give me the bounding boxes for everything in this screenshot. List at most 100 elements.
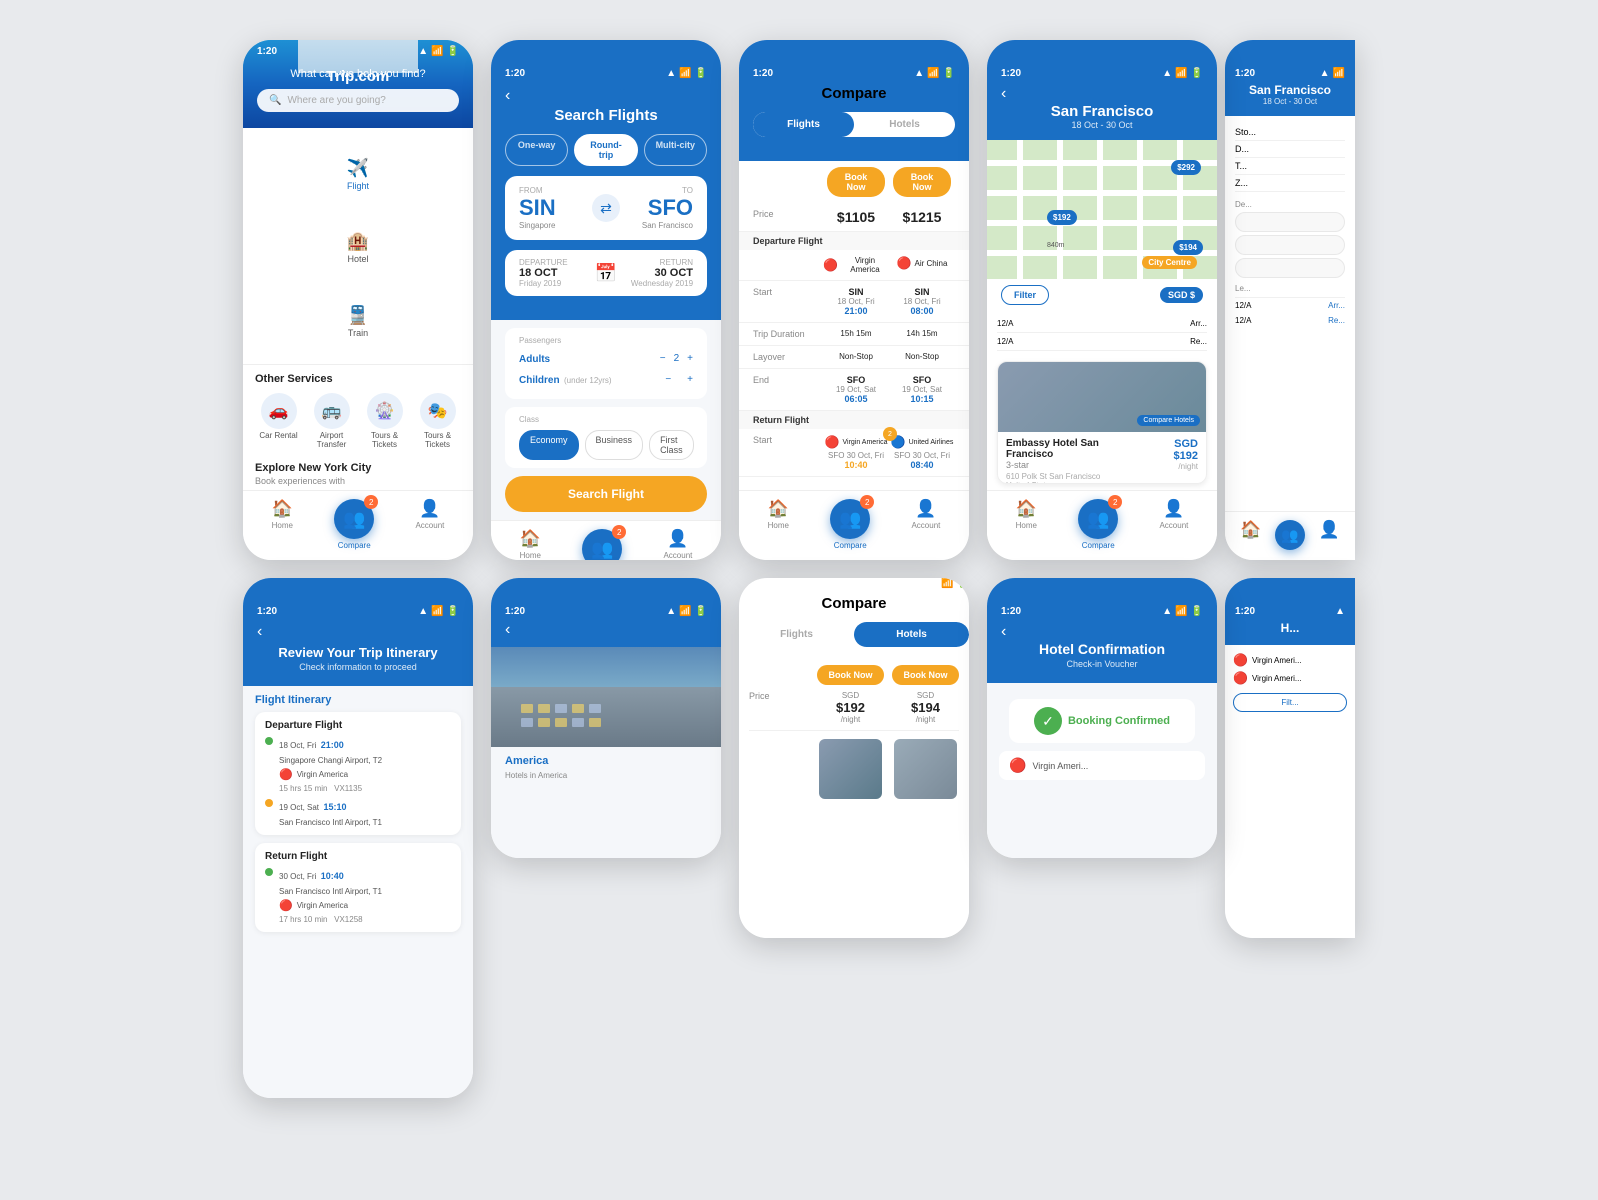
price-col1: $1105 (823, 209, 889, 225)
hotel-img-row (749, 739, 959, 799)
cnav-compare[interactable]: 👥 2 Compare (830, 499, 870, 550)
hotel-address: 610 Polk St San FranciscoUnited States (1006, 472, 1147, 484)
adults-plus[interactable]: + (687, 353, 693, 364)
roundtrip-btn[interactable]: Round-trip (574, 134, 637, 166)
sfnav-home[interactable]: 🏠 Home (1016, 499, 1037, 550)
t4: 1:20 (505, 606, 525, 617)
search-flight-btn[interactable]: Search Flight (505, 476, 707, 512)
ret-start-col2: 🔵 United Airlines SFO 30 Oct, Fri 08:40 (889, 435, 955, 470)
pbot-filter-btn[interactable]: Filt... (1233, 693, 1347, 712)
nav-home[interactable]: 🏠 Home (272, 499, 293, 550)
compare-hotels-btn[interactable]: Compare Hotels (1137, 415, 1200, 426)
back-btn-search[interactable]: ‹ (505, 87, 707, 105)
firstclass-btn[interactable]: First Class (649, 430, 694, 460)
confirm-body: ✓ Booking Confirmed 🔴 Virgin Ameri... (987, 683, 1217, 858)
map-area[interactable]: $292 $192 $194 City Centre 840m (987, 140, 1217, 279)
cnav-home[interactable]: 🏠 Home (768, 499, 789, 550)
arr-airport: San Francisco Intl Airport, T1 (265, 818, 451, 827)
children-plus[interactable]: + (687, 374, 693, 385)
return-field: RETURN 30 OCT Wednesday 2019 (625, 258, 693, 288)
sfab[interactable]: 👥 2 (582, 529, 622, 560)
nav-account[interactable]: 👤 Account (415, 499, 444, 550)
pnav-account[interactable]: 👤 (1319, 520, 1340, 550)
start-col1: SIN 18 Oct, Fri 21:00 (823, 287, 889, 316)
dep-label: DEPARTURE (519, 258, 587, 267)
h-book-btn1[interactable]: Book Now (817, 665, 884, 685)
hotel-img-2 (894, 739, 957, 799)
price-bubble-192[interactable]: $192 (1047, 210, 1077, 225)
h-per2: /night (892, 715, 959, 724)
tab-flight[interactable]: ✈️ Flight (251, 158, 465, 191)
sig2: ▲ (418, 606, 428, 617)
p-res-val2: Re... (1328, 316, 1345, 325)
sb9: 1:20 ▲ 📶 (1235, 68, 1345, 83)
compare2-body: Book Now Book Now Price SGD $192 /night (739, 657, 969, 938)
filter-btn[interactable]: Filter (1001, 285, 1049, 305)
price-bubble-194[interactable]: $194 (1173, 240, 1203, 255)
cfab-badge: 2 (860, 495, 874, 509)
snav-account[interactable]: 👤 Account (663, 529, 692, 560)
sffab[interactable]: 👥 2 (1078, 499, 1118, 539)
currency-badge[interactable]: SGD $ (1160, 287, 1203, 303)
pnav-compare[interactable]: 👥 (1275, 520, 1305, 550)
children-minus[interactable]: − (665, 374, 671, 385)
nav-compare[interactable]: 👥 2 Compare (334, 499, 374, 550)
multicity-btn[interactable]: Multi-city (644, 134, 707, 166)
pbot-va2-logo: 🔴 (1233, 671, 1248, 685)
pfab[interactable]: 👥 (1275, 520, 1305, 550)
children-ctrl[interactable]: − + (665, 374, 693, 385)
back-building[interactable]: ‹ (505, 621, 707, 639)
ccompare-icon: 👥 (839, 509, 861, 530)
children-sub: (under 12yrs) (564, 376, 612, 385)
service-car-rental[interactable]: 🚗 Car Rental (255, 393, 302, 450)
toggle2-flights[interactable]: Flights (739, 622, 854, 647)
adults-minus[interactable]: − (660, 353, 666, 364)
service-airport-transfer[interactable]: 🚌 Airport Transfer (308, 393, 355, 450)
sfhome-icon: 🏠 (1016, 499, 1037, 519)
calendar-icon[interactable]: 📅 (595, 263, 617, 284)
economy-btn[interactable]: Economy (519, 430, 579, 460)
back-sf[interactable]: ‹ (1001, 85, 1203, 103)
oneway-btn[interactable]: One-way (505, 134, 568, 166)
si8: ▲ 📶 🔋 (1162, 606, 1203, 617)
search-bar[interactable]: 🔍 Where are you going? (257, 89, 459, 112)
swap-btn[interactable]: ⇄ (592, 194, 620, 222)
layover-label: Layover (753, 352, 823, 362)
toggle-flights[interactable]: Flights (753, 112, 854, 137)
toggle-hotels[interactable]: Hotels (854, 112, 955, 137)
building-sky (491, 647, 721, 687)
city-centre-label[interactable]: City Centre (1142, 256, 1197, 269)
back-confirm[interactable]: ‹ (1001, 623, 1203, 641)
compare-fab[interactable]: 👥 2 (334, 499, 374, 539)
t8: 1:20 (1001, 606, 1021, 617)
arr-date: 19 Oct, Sat (279, 803, 319, 812)
toggle2-hotels[interactable]: Hotels (854, 622, 969, 647)
cnav-account[interactable]: 👤 Account (911, 499, 940, 550)
service-tickets[interactable]: 🎭 Tours & Tickets (414, 393, 461, 450)
book-btn-2[interactable]: Book Now (893, 167, 951, 197)
w (538, 718, 550, 727)
back-btn-itinerary[interactable]: ‹ (257, 623, 459, 641)
business-btn[interactable]: Business (585, 430, 644, 460)
partial-results: Sto... D... T... Z... (1225, 116, 1355, 511)
ret-start1-date: SFO 30 Oct, Fri (823, 451, 889, 460)
book-btn-1[interactable]: Book Now (827, 167, 885, 197)
price-bubble-292[interactable]: $292 (1171, 160, 1201, 175)
sfnav-compare[interactable]: 👥 2 Compare (1078, 499, 1118, 550)
tab-hotel[interactable]: 🏨 Hotel (251, 231, 465, 264)
confirm-header: 1:20 ▲ 📶 🔋 ‹ Hotel Confirmation Check-in… (987, 578, 1217, 683)
service-tours[interactable]: 🎡 Tours & Tickets (361, 393, 408, 450)
h-book-btn2[interactable]: Book Now (892, 665, 959, 685)
pnav-home[interactable]: 🏠 (1240, 520, 1261, 550)
ret-va-flag: 🔴 (825, 435, 840, 449)
ret-airline1: 🔴 Virgin America 2 (823, 435, 889, 449)
adults-ctrl[interactable]: − 2 + (660, 353, 693, 364)
pbot-airline2-row: 🔴 Virgin Ameri... (1233, 671, 1347, 685)
service-transfer-label: Airport Transfer (308, 431, 355, 450)
dep-date-row: 18 Oct, Fri 21:00 (265, 735, 451, 753)
tab-train[interactable]: 🚆 Train (251, 305, 465, 338)
cfab[interactable]: 👥 2 (830, 499, 870, 539)
snav-compare[interactable]: 👥 2 Compare (582, 529, 622, 560)
sfnav-account[interactable]: 👤 Account (1159, 499, 1188, 550)
snav-home[interactable]: 🏠 Home (520, 529, 541, 560)
